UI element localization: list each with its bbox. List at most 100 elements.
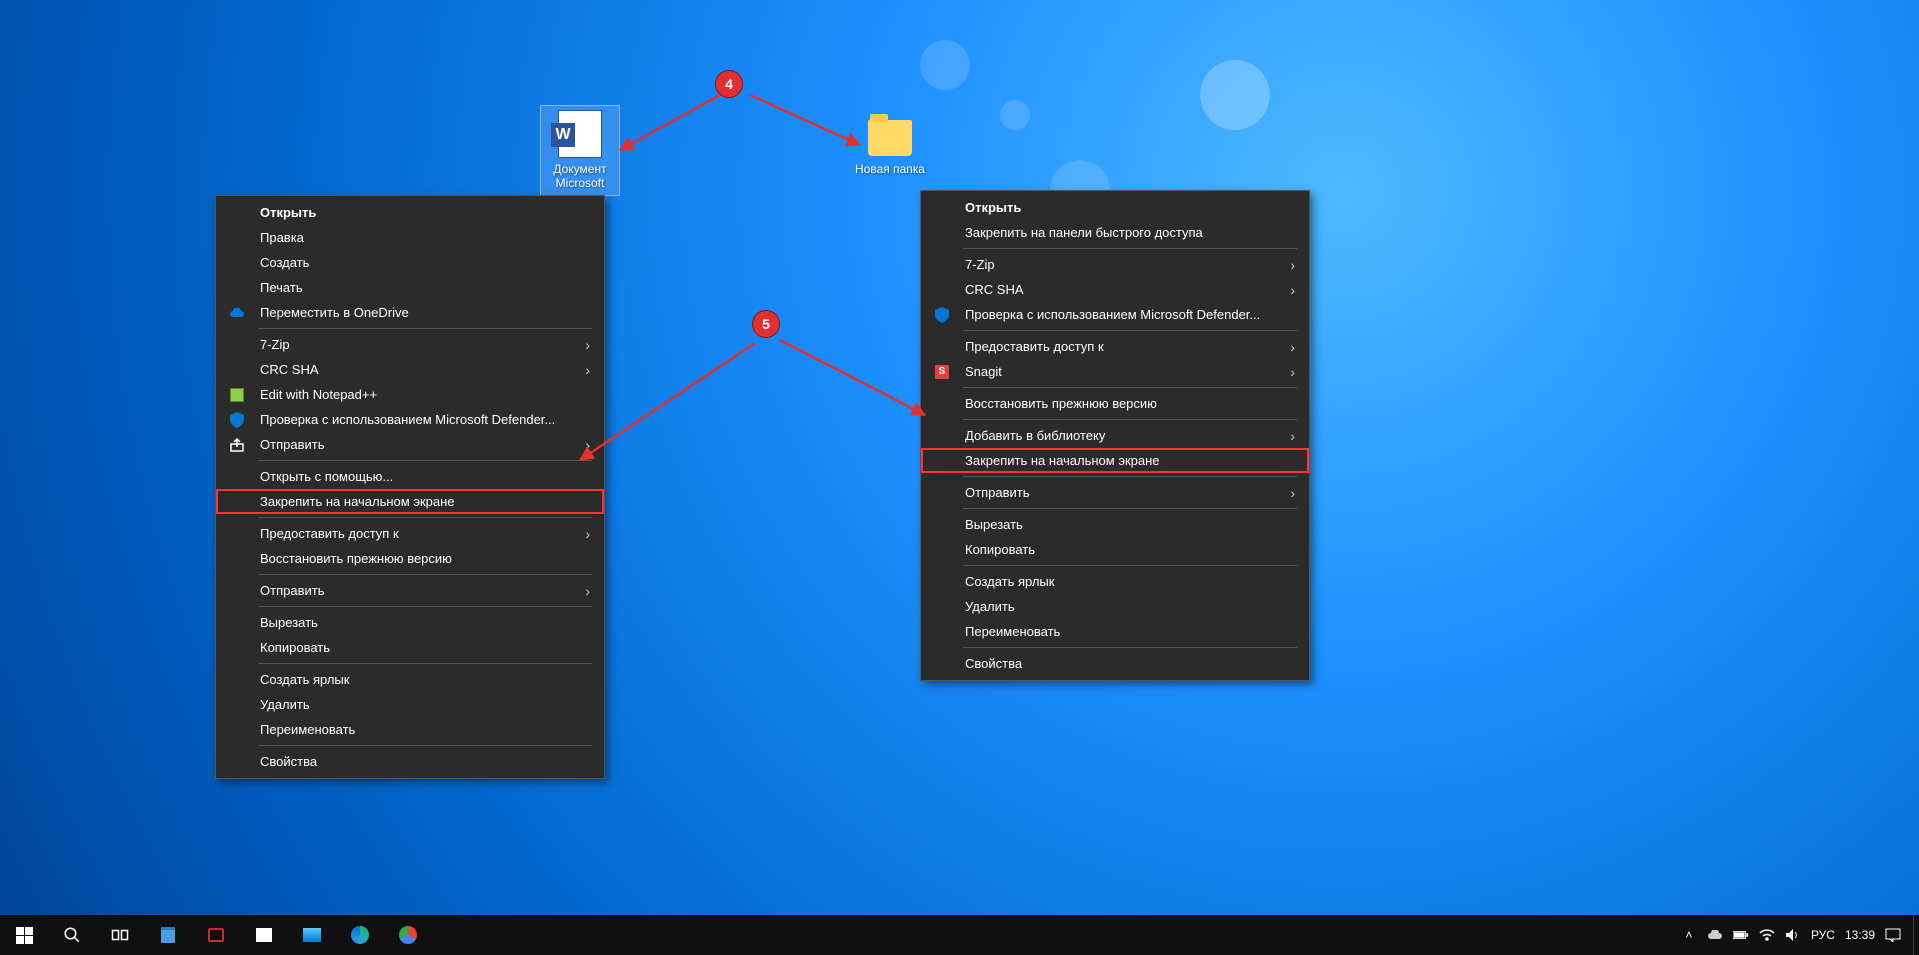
menu-item[interactable]: Свойства <box>216 749 604 774</box>
menu-item-label: Удалить <box>965 599 1015 614</box>
menu-item[interactable]: Создать ярлык <box>921 569 1309 594</box>
menu-item-label: Переименовать <box>260 722 355 737</box>
notepad-icon <box>228 386 246 404</box>
search-icon <box>63 926 81 944</box>
menu-item[interactable]: CRC SHA› <box>921 277 1309 302</box>
menu-item[interactable]: Копировать <box>921 537 1309 562</box>
taskbar-pin-edge[interactable] <box>336 915 384 955</box>
chevron-right-icon: › <box>1290 428 1295 444</box>
menu-item-label: Свойства <box>260 754 317 769</box>
taskbar-left <box>0 915 432 955</box>
menu-item[interactable]: Отправить› <box>216 432 604 457</box>
menu-item[interactable]: Отправить› <box>921 480 1309 505</box>
chrome-icon <box>399 926 417 944</box>
menu-item-label: Восстановить прежнюю версию <box>965 396 1157 411</box>
taskbar-pin-chrome[interactable] <box>384 915 432 955</box>
clock[interactable]: 13:39 <box>1845 928 1875 942</box>
menu-item[interactable]: Edit with Notepad++ <box>216 382 604 407</box>
menu-separator <box>963 387 1297 388</box>
menu-separator <box>963 647 1297 648</box>
task-view-button[interactable] <box>96 915 144 955</box>
chevron-up-icon[interactable]: ˄ <box>1681 927 1697 943</box>
menu-item[interactable]: Открыть <box>216 200 604 225</box>
menu-item-label: Копировать <box>965 542 1035 557</box>
menu-item-label: Открыть с помощью... <box>260 469 393 484</box>
menu-item[interactable]: Печать <box>216 275 604 300</box>
menu-item[interactable]: Вырезать <box>216 610 604 635</box>
menu-item[interactable]: Переместить в OneDrive <box>216 300 604 325</box>
search-button[interactable] <box>48 915 96 955</box>
menu-item[interactable]: Закрепить на начальном экране <box>921 448 1309 473</box>
system-tray[interactable]: ˄ РУС 13:39 <box>1671 927 1911 943</box>
menu-item[interactable]: Удалить <box>921 594 1309 619</box>
language-indicator[interactable]: РУС <box>1811 928 1835 942</box>
menu-item-label: Edit with Notepad++ <box>260 387 377 402</box>
menu-item[interactable]: Закрепить на начальном экране <box>216 489 604 514</box>
volume-icon[interactable] <box>1785 927 1801 943</box>
menu-separator <box>963 419 1297 420</box>
taskbar-right: ˄ РУС 13:39 <box>1671 915 1919 955</box>
menu-item[interactable]: Предоставить доступ к› <box>921 334 1309 359</box>
taskbar-pin-snip[interactable] <box>192 915 240 955</box>
menu-item[interactable]: Вырезать <box>921 512 1309 537</box>
menu-item[interactable]: Добавить в библиотеку› <box>921 423 1309 448</box>
chevron-right-icon: › <box>585 583 590 599</box>
menu-item-label: Свойства <box>965 656 1022 671</box>
annotation-callout-4: 4 <box>715 70 743 98</box>
start-button[interactable] <box>0 915 48 955</box>
menu-item[interactable]: 7-Zip› <box>921 252 1309 277</box>
menu-item[interactable]: Переименовать <box>921 619 1309 644</box>
desktop-icon-word[interactable]: Документ Microsoft <box>540 105 620 196</box>
store-icon <box>256 928 272 942</box>
chevron-right-icon: › <box>585 526 590 542</box>
menu-item[interactable]: Предоставить доступ к › <box>216 521 604 546</box>
snagit-icon: S <box>933 363 951 381</box>
desktop[interactable]: Документ Microsoft Новая папка 4 5 Откры… <box>0 0 1919 955</box>
menu-item-label: Печать <box>260 280 303 295</box>
menu-item[interactable]: Закрепить на панели быстрого доступа <box>921 220 1309 245</box>
menu-item[interactable]: Копировать <box>216 635 604 660</box>
battery-icon[interactable] <box>1733 927 1749 943</box>
taskbar-pin-mail[interactable] <box>288 915 336 955</box>
menu-separator <box>258 745 592 746</box>
menu-item[interactable]: Открыть <box>921 195 1309 220</box>
onedrive-tray-icon[interactable] <box>1707 927 1723 943</box>
menu-item[interactable]: Создать <box>216 250 604 275</box>
menu-item[interactable]: CRC SHA› <box>216 357 604 382</box>
menu-item-label: Создать ярлык <box>260 672 349 687</box>
menu-item-label: Открыть <box>965 200 1021 215</box>
menu-separator <box>258 517 592 518</box>
menu-item[interactable]: SSnagit› <box>921 359 1309 384</box>
menu-item-label: Закрепить на начальном экране <box>965 453 1160 468</box>
menu-item-label: Закрепить на начальном экране <box>260 494 455 509</box>
menu-item[interactable]: Проверка с использованием Microsoft Defe… <box>921 302 1309 327</box>
menu-item-label: Переименовать <box>965 624 1060 639</box>
menu-item[interactable]: Проверка с использованием Microsoft Defe… <box>216 407 604 432</box>
menu-item-label: Отправить <box>260 437 324 452</box>
annotation-callout-5: 5 <box>752 310 780 338</box>
notifications-icon[interactable] <box>1885 927 1901 943</box>
menu-item-label: Создать <box>260 255 309 270</box>
chevron-right-icon: › <box>1290 364 1295 380</box>
menu-item[interactable]: Удалить <box>216 692 604 717</box>
chevron-right-icon: › <box>1290 339 1295 355</box>
menu-item-label: Предоставить доступ к <box>260 526 399 541</box>
menu-item[interactable]: Открыть с помощью... <box>216 464 604 489</box>
menu-item[interactable]: Свойства <box>921 651 1309 676</box>
desktop-icon-folder[interactable]: Новая папка <box>850 110 930 176</box>
menu-item[interactable]: Отправить› <box>216 578 604 603</box>
taskbar-pin-explorer[interactable] <box>144 915 192 955</box>
menu-item[interactable]: Восстановить прежнюю версию <box>921 391 1309 416</box>
show-desktop-button[interactable] <box>1913 915 1919 955</box>
mail-icon <box>303 928 321 942</box>
menu-item[interactable]: 7-Zip› <box>216 332 604 357</box>
menu-item[interactable]: Восстановить прежнюю версию <box>216 546 604 571</box>
menu-item-label: Отправить <box>965 485 1029 500</box>
decoration <box>1000 100 1030 130</box>
menu-item[interactable]: Создать ярлык <box>216 667 604 692</box>
menu-item[interactable]: Переименовать <box>216 717 604 742</box>
wifi-icon[interactable] <box>1759 927 1775 943</box>
taskbar-pin-store[interactable] <box>240 915 288 955</box>
menu-separator <box>963 508 1297 509</box>
menu-item[interactable]: Правка <box>216 225 604 250</box>
